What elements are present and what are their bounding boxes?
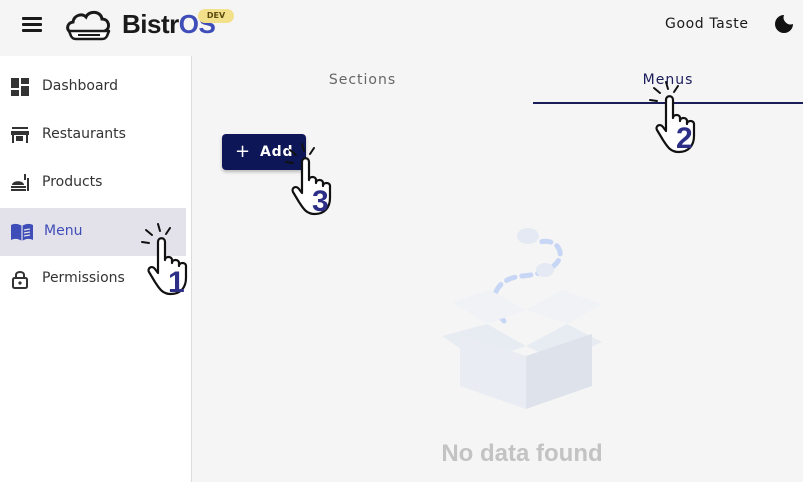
tab-sections[interactable]: Sections [192, 56, 533, 104]
lock-icon [12, 271, 28, 289]
moon-icon[interactable] [774, 14, 794, 34]
cloud-cooking-pot-logo [66, 10, 111, 41]
sidebar-item-dashboard[interactable]: Dashboard [0, 63, 186, 111]
dashboard-icon [11, 78, 29, 96]
sidebar-item-restaurants[interactable]: Restaurants [0, 111, 186, 159]
plus-icon: + [235, 141, 251, 162]
tutorial-step-number: 2 [676, 122, 693, 154]
env-badge: DEV [198, 9, 234, 23]
empty-state-text: No data found [441, 440, 603, 467]
sidebar-item-label: Permissions [42, 270, 125, 286]
hamburger-icon[interactable] [22, 15, 42, 33]
tutorial-pointer-2: 2 [649, 81, 696, 154]
tutorial-step-number: 3 [312, 185, 329, 216]
app-header: BistrOS DEV Good Taste [0, 0, 803, 56]
storefront-icon [11, 127, 29, 143]
company-name[interactable]: Good Taste [665, 16, 749, 32]
sidebar-item-products[interactable]: Products [0, 159, 186, 207]
tutorial-step-number: 1 [168, 266, 185, 296]
food-dish-icon [11, 174, 29, 191]
empty-box-icon [442, 228, 602, 409]
sidebar-item-label: Restaurants [42, 126, 126, 142]
menu-book-icon [11, 223, 33, 241]
sidebar-item-label: Menu [44, 223, 83, 239]
sidebar-item-label: Products [42, 174, 103, 190]
brand-name-part1: Bistr [122, 9, 179, 39]
tutorial-pointer-1: 1 [141, 223, 188, 296]
tutorial-pointer-3: 3 [285, 143, 332, 216]
sidebar-item-label: Dashboard [42, 78, 118, 94]
tab-label: Sections [328, 72, 397, 88]
